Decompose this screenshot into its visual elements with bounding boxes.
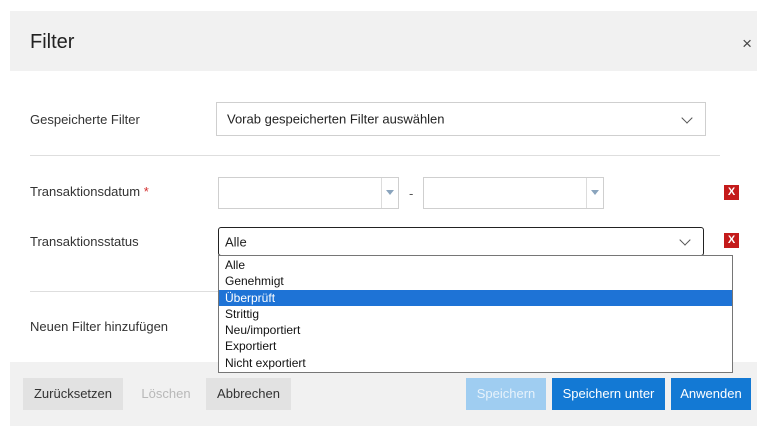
date-to-picker-button[interactable]: [586, 178, 603, 208]
date-from-field[interactable]: [218, 177, 399, 209]
modal-title: Filter: [30, 31, 75, 53]
dropdown-option-highlighted[interactable]: Überprüft: [219, 289, 732, 306]
saved-filter-value: Vorab gespeicherten Filter auswählen: [227, 111, 445, 127]
modal-header: Filter ×: [10, 11, 757, 71]
dropdown-option[interactable]: Neu/importiert: [219, 322, 732, 338]
chevron-down-icon: [679, 234, 691, 246]
add-filter-label: Neuen Filter hinzufügen: [30, 319, 169, 334]
date-separator: -: [409, 186, 414, 201]
reset-button[interactable]: Zurücksetzen: [23, 378, 123, 410]
remove-date-filter-button[interactable]: X: [724, 185, 739, 200]
dropdown-option[interactable]: Genehmigt: [219, 273, 732, 289]
delete-button[interactable]: Löschen: [131, 378, 201, 410]
divider: [30, 155, 720, 156]
apply-button[interactable]: Anwenden: [671, 378, 751, 410]
close-icon[interactable]: ×: [742, 34, 752, 54]
status-value: Alle: [225, 234, 247, 249]
status-dropdown-list: Alle Genehmigt Überprüft Strittig Neu/im…: [218, 255, 733, 373]
dropdown-option[interactable]: Strittig: [219, 306, 732, 322]
chevron-down-icon: [681, 112, 693, 124]
status-select[interactable]: Alle: [218, 227, 704, 256]
saved-filter-label: Gespeicherte Filter: [30, 112, 140, 127]
required-indicator: *: [143, 184, 149, 199]
date-from-picker-button[interactable]: [381, 178, 398, 208]
date-to-field[interactable]: [423, 177, 604, 209]
saved-filter-select[interactable]: Vorab gespeicherten Filter auswählen: [216, 102, 706, 136]
remove-status-filter-button[interactable]: X: [724, 233, 739, 248]
save-as-button[interactable]: Speichern unter: [552, 378, 665, 410]
cancel-button[interactable]: Abbrechen: [206, 378, 291, 410]
dropdown-option[interactable]: Exportiert: [219, 338, 732, 354]
date-label: Transaktionsdatum *: [30, 184, 149, 199]
dropdown-option[interactable]: Alle: [219, 257, 732, 273]
status-label: Transaktionsstatus: [30, 234, 139, 249]
dropdown-option[interactable]: Nicht exportiert: [219, 355, 732, 371]
save-button[interactable]: Speichern: [466, 378, 546, 410]
